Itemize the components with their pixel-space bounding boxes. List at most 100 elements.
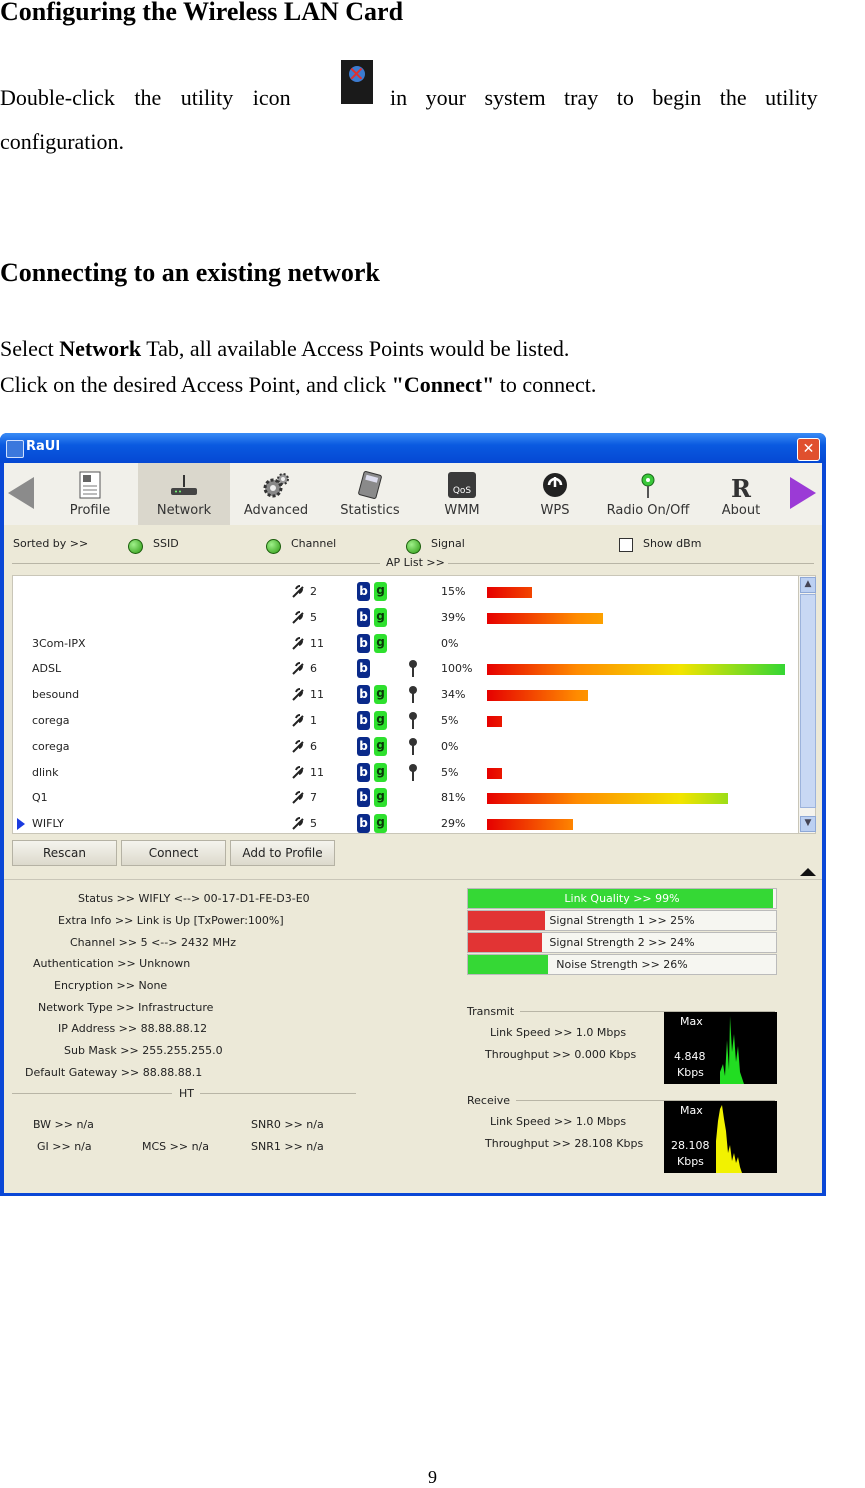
ap-row[interactable]: corega 1 b g 5% — [13, 708, 799, 734]
signal-bar — [487, 587, 532, 598]
collapse-arrow-icon[interactable] — [800, 868, 816, 876]
tab-profile-label: Profile — [69, 503, 111, 518]
link-quality-bar: Link Quality >> 99% — [467, 888, 777, 909]
network-type-value: Network Type >> Infrastructure — [38, 1001, 214, 1014]
tab-profile[interactable]: Profile — [60, 463, 120, 525]
tab-advanced-label: Advanced — [243, 503, 309, 518]
signal-bar — [487, 690, 588, 702]
ap-channel: 11 — [310, 688, 324, 702]
ap-ssid: corega — [32, 714, 70, 727]
sub-mask-value: Sub Mask >> 255.255.255.0 — [64, 1044, 223, 1057]
ap-row[interactable]: Q1 7 b g 81% — [13, 785, 799, 811]
sort-signal-radio[interactable] — [406, 539, 421, 554]
antenna-icon — [641, 473, 655, 498]
show-dbm-label: Show dBm — [643, 537, 702, 550]
ap-row[interactable]: ADSL 6 b 100% — [13, 656, 799, 682]
tab-network-label: Network — [156, 503, 212, 518]
ap-row[interactable]: corega 6 b g 0% — [13, 734, 799, 760]
channel-icon — [290, 764, 306, 784]
svg-text:QoS: QoS — [453, 486, 472, 496]
tab-statistics[interactable]: Statistics — [330, 463, 410, 525]
show-dbm-checkbox[interactable] — [619, 538, 633, 552]
ap-row[interactable]: WIFLY 5 b g 29% — [13, 811, 799, 837]
encryption-value: Encryption >> None — [54, 979, 168, 992]
mode-b-icon: b — [357, 685, 370, 705]
tab-wmm-label: WMM — [444, 503, 480, 518]
profile-icon — [79, 471, 101, 499]
back-arrow-icon[interactable] — [8, 477, 34, 509]
sort-ssid-label: SSID — [153, 537, 179, 550]
about-r-icon: R — [731, 474, 752, 499]
svg-text:R: R — [731, 474, 752, 499]
close-button[interactable]: ✕ — [797, 438, 820, 461]
encryption-key-icon — [408, 685, 418, 704]
ap-channel: 7 — [310, 791, 317, 805]
status-panel: Status >> WIFLY <--> 00-17-D1-FE-D3-E0 E… — [4, 879, 822, 1193]
channel-icon — [290, 789, 306, 809]
rx-graph-value: 28.108 — [671, 1139, 710, 1152]
signal-strength-1-bar: Signal Strength 1 >> 25% — [467, 910, 777, 931]
rx-throughput: Throughput >> 28.108 Kbps — [485, 1137, 644, 1150]
scroll-thumb[interactable] — [800, 594, 816, 808]
page-title: Configuring the Wireless LAN Card — [0, 0, 404, 26]
scroll-down-icon[interactable]: ▼ — [800, 816, 816, 832]
signal-strength-2-text: Signal Strength 2 >> 24% — [549, 936, 695, 949]
gears-icon — [263, 473, 289, 498]
ap-row[interactable]: besound 11 b g 34% — [13, 682, 799, 708]
mode-g-icon: g — [374, 607, 387, 627]
tx-graph-unit: Kbps — [677, 1066, 704, 1079]
ap-ssid: besound — [32, 688, 80, 702]
mode-b-icon: b — [357, 788, 370, 808]
ap-row[interactable]: dlink 11 b g 5% — [13, 760, 799, 786]
ap-row[interactable]: 2 b g 15% — [13, 579, 799, 605]
instruction-1-bold: Network — [59, 336, 142, 361]
ap-signal: 0% — [441, 636, 459, 650]
ap-signal: 34% — [441, 688, 466, 702]
title-bar[interactable]: RaUI ✕ — [0, 433, 826, 463]
tab-wmm[interactable]: QoS WMM — [430, 463, 494, 525]
ap-signal: 29% — [441, 817, 466, 831]
ap-list-line-right — [448, 563, 814, 564]
ap-ssid: dlink — [32, 765, 59, 779]
ap-list-label: AP List >> — [386, 556, 445, 569]
rx-graph-unit: Kbps — [677, 1155, 704, 1168]
sort-channel-label: Channel — [291, 537, 337, 550]
tx-graph-value: 4.848 — [674, 1050, 706, 1063]
rescan-button[interactable]: Rescan — [12, 840, 117, 866]
channel-icon — [290, 712, 306, 732]
mode-b-icon: b — [357, 659, 370, 679]
ht-line-left — [12, 1093, 172, 1094]
connect-button[interactable]: Connect — [121, 840, 226, 866]
tab-statistics-label: Statistics — [340, 503, 400, 518]
page-number: 9 — [428, 1467, 437, 1487]
ap-channel: 1 — [310, 714, 317, 727]
intro-text-3: configuration. — [0, 129, 125, 154]
ap-list-scrollbar[interactable]: ▲ ▼ — [798, 575, 816, 834]
tab-wps[interactable]: WPS — [524, 463, 586, 525]
tab-advanced[interactable]: Advanced — [236, 463, 316, 525]
ap-row[interactable]: 5 b g 39% — [13, 605, 799, 631]
window-title: RaUI — [26, 439, 61, 454]
forward-arrow-icon[interactable] — [790, 477, 816, 509]
scroll-up-icon[interactable]: ▲ — [800, 577, 816, 593]
encryption-key-icon — [408, 737, 418, 756]
ap-signal: 0% — [441, 739, 459, 753]
instruction-1: Select Network Tab, all available Access… — [0, 336, 569, 362]
mcs-value: MCS >> n/a — [142, 1140, 209, 1153]
sort-ssid-radio[interactable] — [128, 539, 143, 554]
ap-ssid: ADSL — [32, 662, 62, 676]
tab-network[interactable]: Network — [138, 463, 230, 525]
ap-signal: 5% — [441, 714, 459, 727]
add-to-profile-button[interactable]: Add to Profile — [230, 840, 335, 866]
tx-throughput: Throughput >> 0.000 Kbps — [485, 1048, 637, 1061]
tab-about[interactable]: R About — [712, 463, 770, 525]
mode-b-icon: b — [357, 607, 370, 627]
ap-row[interactable]: 3Com-IPX 11 b g 0% — [13, 631, 799, 657]
rx-graph-max: Max — [680, 1104, 703, 1117]
instruction-1-pre: Select — [0, 336, 60, 361]
authentication-value: Authentication >> Unknown — [33, 957, 191, 970]
sort-channel-radio[interactable] — [266, 539, 281, 554]
tab-radio-onoff[interactable]: Radio On/Off — [598, 463, 698, 525]
current-ap-marker-icon — [17, 818, 25, 831]
extra-info-value: Extra Info >> Link is Up [TxPower:100%] — [58, 914, 284, 927]
